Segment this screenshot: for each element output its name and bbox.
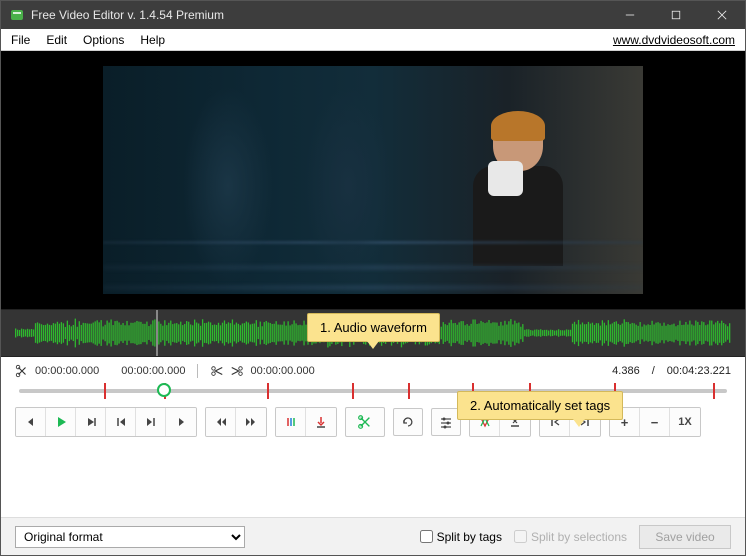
timeline-tag[interactable]	[267, 383, 269, 399]
timecode-current: 4.386	[612, 365, 640, 377]
website-link[interactable]: www.dvdvideosoft.com	[613, 33, 743, 47]
skip-group	[205, 407, 267, 437]
frame-forward-button[interactable]	[136, 408, 166, 436]
menu-edit[interactable]: Edit	[38, 31, 75, 49]
split-tags-label: Split by tags	[437, 530, 502, 544]
timecode-cut: 00:00:00.000	[250, 365, 314, 377]
rotate-button[interactable]	[393, 408, 423, 436]
skip-back-button[interactable]	[206, 408, 236, 436]
menubar: File Edit Options Help www.dvdvideosoft.…	[1, 29, 745, 51]
split-selections-input	[514, 530, 527, 543]
scissors-left-icon	[210, 364, 224, 378]
callout-tags-label: 2. Automatically set tags	[470, 398, 610, 413]
menu-file[interactable]: File	[3, 31, 38, 49]
timeline-slider-row	[1, 381, 745, 399]
split-selections-checkbox: Split by selections	[514, 530, 627, 544]
minimize-button[interactable]	[607, 1, 653, 29]
timecode-out: 00:00:00.000	[121, 365, 185, 377]
maximize-button[interactable]	[653, 1, 699, 29]
zoom-label[interactable]: 1X	[670, 408, 700, 436]
timecode-in: 00:00:00.000	[35, 365, 99, 377]
skip-forward-button[interactable]	[236, 408, 266, 436]
play-button[interactable]	[46, 408, 76, 436]
titlebar: Free Video Editor v. 1.4.54 Premium	[1, 1, 745, 29]
timeline-thumb[interactable]	[157, 383, 171, 397]
menu-options[interactable]: Options	[75, 31, 132, 49]
split-tags-checkbox[interactable]: Split by tags	[420, 530, 502, 544]
play-segment-button[interactable]	[76, 408, 106, 436]
timecode-separator: /	[646, 365, 661, 377]
scissors-open-icon	[15, 364, 29, 378]
callout-tags: 2. Automatically set tags	[457, 391, 623, 420]
bottom-bar: Original format Split by tags Split by s…	[1, 517, 745, 555]
save-video-button: Save video	[639, 525, 731, 549]
add-tag-button[interactable]	[276, 408, 306, 436]
callout-waveform: 1. Audio waveform	[307, 313, 440, 342]
zoom-out-button[interactable]: −	[640, 408, 670, 436]
prev-button[interactable]	[16, 408, 46, 436]
timeline-tag[interactable]	[104, 383, 106, 399]
window-title: Free Video Editor v. 1.4.54 Premium	[31, 8, 607, 22]
playback-group	[15, 407, 197, 437]
frame-back-button[interactable]	[106, 408, 136, 436]
timecode-total: 00:04:23.221	[667, 365, 731, 377]
waveform-playhead[interactable]	[156, 310, 158, 356]
timeline-tag[interactable]	[408, 383, 410, 399]
menu-help[interactable]: Help	[132, 31, 173, 49]
close-button[interactable]	[699, 1, 745, 29]
next-button[interactable]	[166, 408, 196, 436]
timecode-row: 00:00:00.000 00:00:00.000 00:00:00.000 4…	[1, 357, 745, 381]
cut-button[interactable]	[345, 407, 385, 437]
timeline-tag[interactable]	[352, 383, 354, 399]
split-tags-input[interactable]	[420, 530, 433, 543]
auto-tag-button[interactable]	[306, 408, 336, 436]
scissors-right-icon	[230, 364, 244, 378]
split-selections-label: Split by selections	[531, 530, 627, 544]
format-dropdown[interactable]: Original format	[15, 526, 245, 548]
transport-controls: + − 1X	[1, 399, 745, 445]
app-logo-icon	[9, 7, 25, 23]
marker-group	[275, 407, 337, 437]
video-preview[interactable]	[1, 51, 745, 309]
callout-waveform-label: 1. Audio waveform	[320, 320, 427, 335]
timeline-tag[interactable]	[713, 383, 715, 399]
